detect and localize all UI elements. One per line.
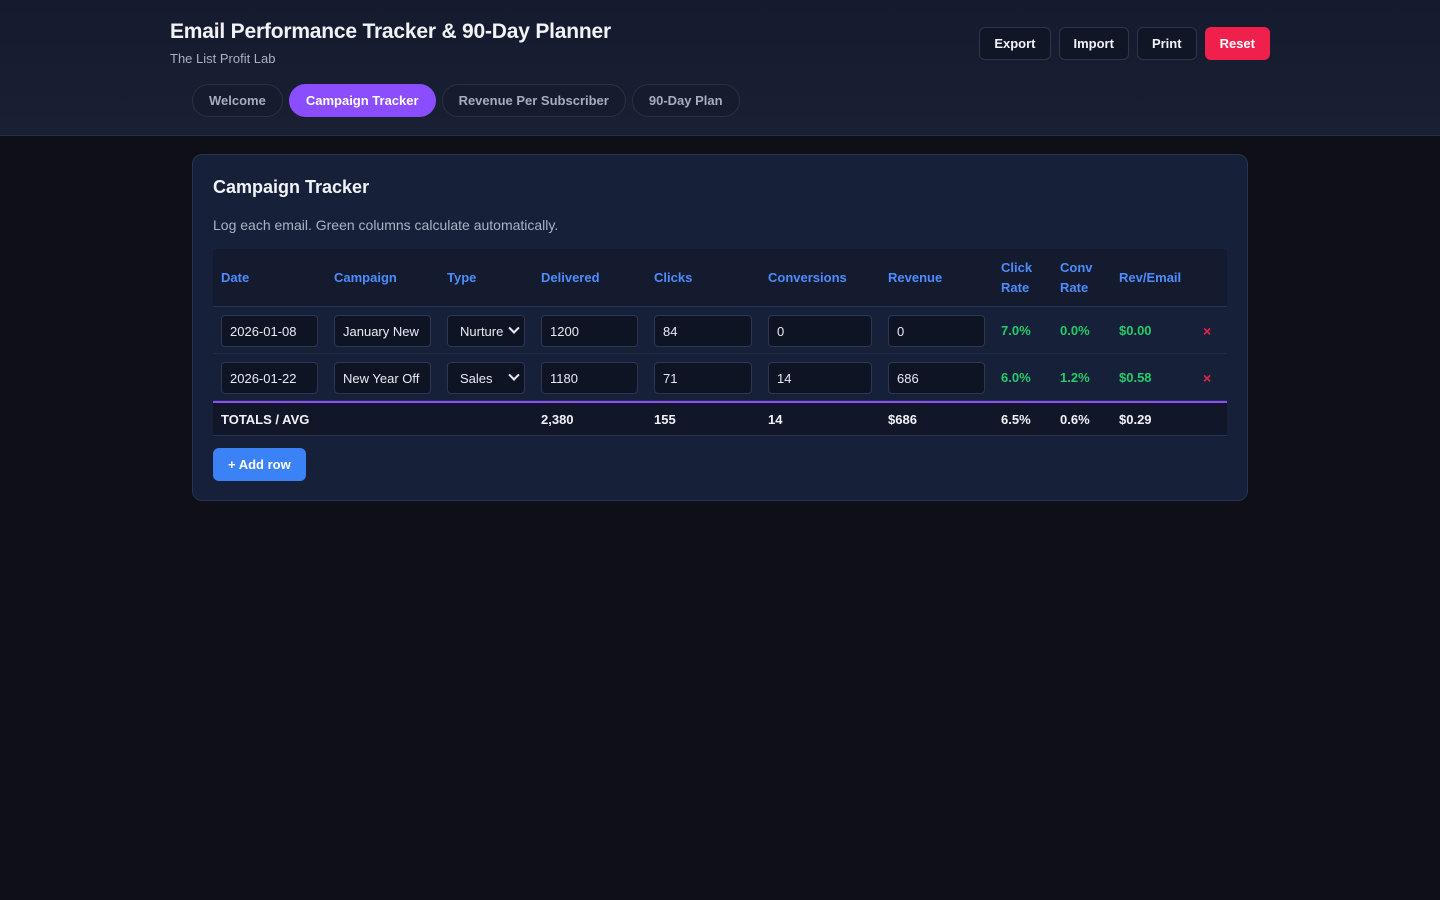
column-header-click-rate-line2: Rate	[1001, 280, 1030, 295]
campaign-table: Date Campaign Type Delivered Clicks Conv…	[213, 249, 1227, 436]
rev-email-value: $0.58	[1119, 370, 1152, 385]
clicks-input[interactable]: 84	[654, 315, 752, 347]
card-title: Campaign Tracker	[213, 177, 370, 197]
column-header-type: Type	[447, 270, 477, 285]
avg-rev-email: $0.29	[1119, 412, 1152, 427]
type-select[interactable]: Nurture	[447, 315, 525, 347]
column-header-campaign: Campaign	[334, 270, 397, 285]
table-header: Date Campaign Type Delivered Clicks Conv…	[213, 249, 1227, 307]
total-delivered: 2,380	[541, 412, 574, 427]
export-button[interactable]: Export	[979, 27, 1051, 60]
column-header-rev-email: Rev/Email	[1119, 270, 1182, 285]
date-input[interactable]: 2026-01-08	[221, 315, 318, 347]
tab-welcome[interactable]: Welcome	[192, 84, 283, 117]
column-header-delivered: Delivered	[541, 270, 600, 285]
conversions-input[interactable]: 14	[768, 362, 872, 394]
import-button[interactable]: Import	[1058, 27, 1129, 60]
column-header-conv-rate-line2: Rate	[1060, 280, 1089, 295]
column-header-date: Date	[221, 270, 250, 285]
totals-label: TOTALS / AVG	[221, 412, 310, 427]
conv-rate-value: 1.2%	[1060, 370, 1090, 385]
tab-90-day-plan[interactable]: 90-Day Plan	[631, 84, 740, 117]
app-title: Email Performance Tracker & 90-Day Plann…	[170, 20, 611, 43]
type-select-value: Sales	[460, 370, 493, 386]
delete-row-icon[interactable]: ×	[1203, 354, 1211, 401]
header-actions: Export Import Print Reset	[979, 27, 1270, 60]
print-button[interactable]: Print	[1136, 27, 1197, 60]
table-row: 2026-01-08 January New Nurture 1200 84 0…	[213, 307, 1227, 354]
tab-campaign-tracker[interactable]: Campaign Tracker	[288, 84, 436, 117]
delivered-input[interactable]: 1180	[541, 362, 638, 394]
column-header-conversions: Conversions	[768, 270, 847, 285]
revenue-input[interactable]: 0	[888, 315, 985, 347]
click-rate-value: 6.0%	[1001, 370, 1031, 385]
chevron-down-icon	[508, 369, 520, 381]
campaign-input[interactable]: New Year Off	[334, 362, 431, 394]
avg-conv-rate: 0.6%	[1060, 412, 1090, 427]
reset-button[interactable]: Reset	[1204, 27, 1270, 60]
tab-bar: Welcome Campaign Tracker Revenue Per Sub…	[192, 84, 740, 117]
avg-click-rate: 6.5%	[1001, 412, 1031, 427]
add-row-button[interactable]: + Add row	[213, 448, 306, 481]
campaign-input[interactable]: January New	[334, 315, 431, 347]
clicks-input[interactable]: 71	[654, 362, 752, 394]
rev-email-value: $0.00	[1119, 323, 1152, 338]
total-clicks: 155	[654, 412, 676, 427]
column-header-revenue: Revenue	[888, 270, 943, 285]
revenue-input[interactable]: 686	[888, 362, 985, 394]
top-bar: Email Performance Tracker & 90-Day Plann…	[0, 0, 1440, 136]
column-header-conv-rate: Conv Rate	[1060, 249, 1093, 307]
type-select-value: Nurture	[460, 323, 504, 339]
column-header-conv-rate-line1: Conv	[1060, 260, 1093, 275]
table-row: 2026-01-22 New Year Off Sales 1180 71 14…	[213, 354, 1227, 401]
total-revenue: $686	[888, 412, 917, 427]
total-conversions: 14	[768, 412, 783, 427]
delete-row-icon[interactable]: ×	[1203, 307, 1211, 354]
chevron-down-icon	[508, 322, 520, 334]
column-header-click-rate-line1: Click	[1001, 260, 1033, 275]
tab-revenue-per-subscriber[interactable]: Revenue Per Subscriber	[441, 84, 626, 117]
delivered-input[interactable]: 1200	[541, 315, 638, 347]
card-description: Log each email. Green columns calculate …	[213, 217, 559, 233]
conv-rate-value: 0.0%	[1060, 323, 1090, 338]
type-select[interactable]: Sales	[447, 362, 525, 394]
click-rate-value: 7.0%	[1001, 323, 1031, 338]
column-header-click-rate: Click Rate	[1001, 249, 1032, 307]
conversions-input[interactable]: 0	[768, 315, 872, 347]
column-header-clicks: Clicks	[654, 270, 693, 285]
date-input[interactable]: 2026-01-22	[221, 362, 318, 394]
totals-row: TOTALS / AVG 2,380 155 14 $686 6.5% 0.6%…	[213, 401, 1227, 436]
app-subtitle: The List Profit Lab	[170, 51, 276, 66]
campaign-tracker-card: Campaign Tracker Log each email. Green c…	[192, 154, 1248, 501]
